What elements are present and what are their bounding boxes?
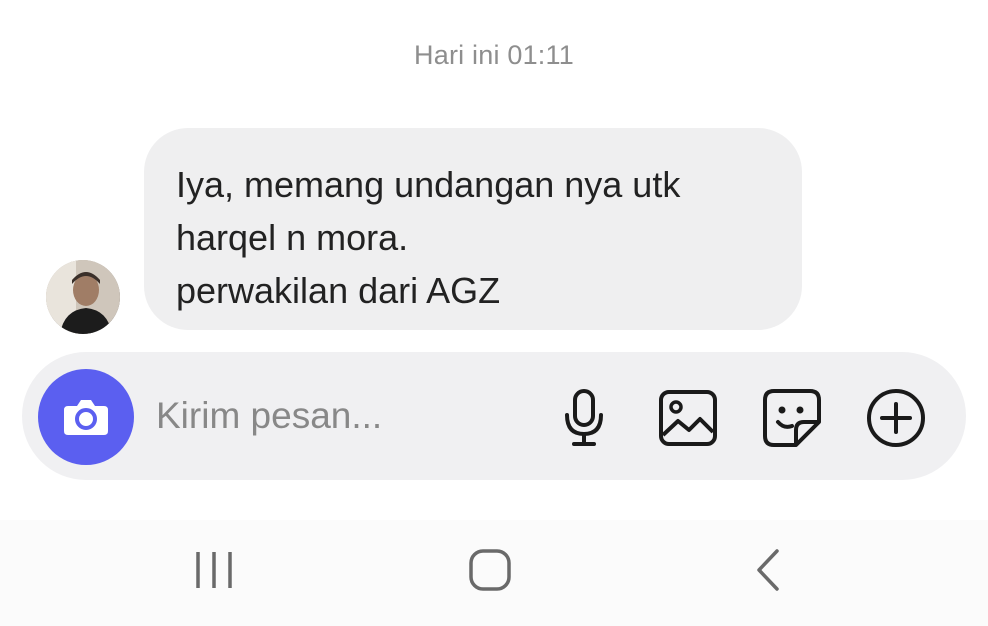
avatar[interactable] [46,260,120,334]
more-options-button[interactable] [864,386,928,450]
sticker-icon [763,389,821,447]
message-line: perwakilan dari AGZ [176,270,501,311]
message-line: harqel n mora. [176,217,409,258]
message-input[interactable] [156,386,536,446]
sticker-button[interactable] [760,386,824,450]
image-icon [659,390,717,446]
back-button[interactable] [736,544,800,596]
home-icon [469,549,511,591]
back-icon [757,549,779,591]
message-timestamp: Hari ini 01:11 [414,40,574,70]
voice-button[interactable] [552,386,616,450]
avatar-photo [46,260,120,334]
camera-button[interactable] [38,369,134,465]
recent-apps-icon [196,552,232,588]
recent-apps-button[interactable] [182,544,246,596]
gallery-button[interactable] [656,386,720,450]
camera-icon [64,400,108,435]
message-composer [22,352,966,480]
plus-circle-icon [867,389,925,447]
incoming-message-bubble[interactable]: Iya, memang undangan nya utk harqel n mo… [144,128,802,330]
home-button[interactable] [458,544,522,596]
chat-screen: Hari ini 01:11 Iya, memang undangan nya … [0,0,988,626]
message-line: Iya, memang undangan nya utk [176,164,681,205]
microphone-icon [565,389,603,446]
system-navigation-bar [0,520,988,626]
